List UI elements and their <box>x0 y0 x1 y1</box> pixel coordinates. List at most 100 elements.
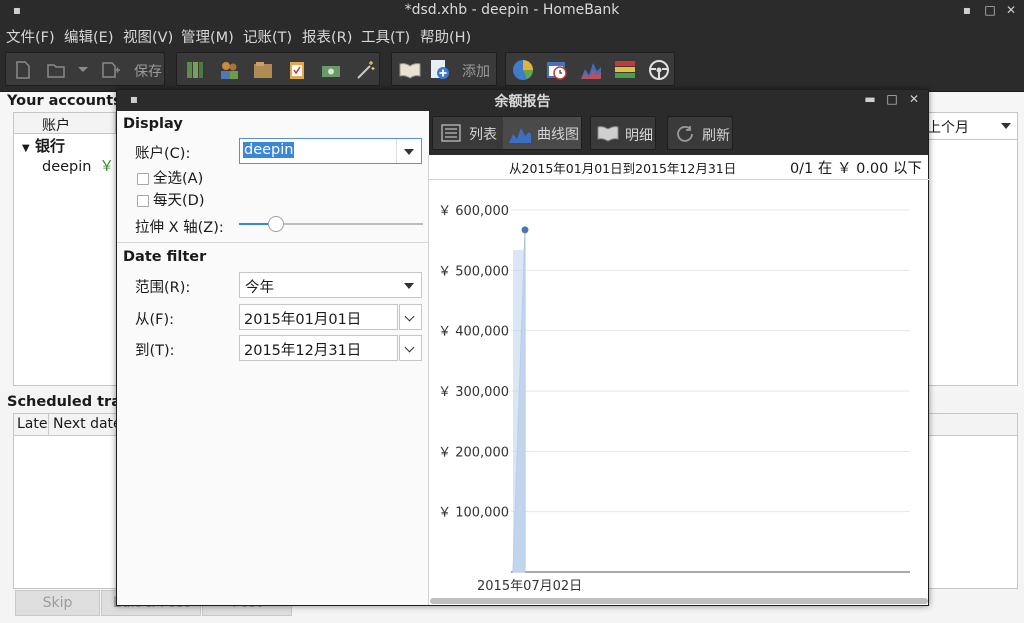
payees-button[interactable] <box>214 55 244 85</box>
open-book-icon <box>597 126 619 142</box>
accounts-column-header[interactable]: 账户 <box>14 113 116 134</box>
account-group-label: 银行 <box>34 137 65 155</box>
save-label: 保存 <box>134 64 162 80</box>
balance-report-button[interactable] <box>576 55 606 85</box>
balance-area-fill <box>513 249 525 572</box>
y-tick-label: ￥ 100,000 <box>438 506 509 521</box>
report-options-panel: Display 账户(C): deepin 全选(A) 每天(D) 拉伸 X 轴… <box>117 111 428 605</box>
zoom-x-slider[interactable] <box>239 214 423 234</box>
save-icon <box>102 62 120 78</box>
detail-button[interactable]: 明细 <box>590 116 656 150</box>
chevron-down-icon <box>78 67 88 72</box>
report-chart-panel: 从2015年01月01日到2015年12月31日 0/1 在 ￥ 0.00 以下… <box>428 155 929 605</box>
balance-point <box>521 226 529 234</box>
balance-chart-svg: ￥ 100,000 ￥ 200,000 ￥ 300,000 ￥ 400,000 ￥ 50… <box>438 204 910 594</box>
budget-bars-icon <box>615 61 635 78</box>
open-file-button[interactable] <box>41 55 71 85</box>
add-transaction-button[interactable]: 添加 <box>428 55 494 85</box>
save-button[interactable]: 保存 <box>100 55 162 85</box>
show-transactions-button[interactable] <box>395 55 425 85</box>
y-tick-label: ￥ 300,000 <box>438 385 509 400</box>
report-range-text: 从2015年01月01日到2015年12月31日 <box>509 161 737 176</box>
account-combo[interactable]: deepin <box>239 138 422 164</box>
chevron-down-icon <box>404 342 415 353</box>
column-separator <box>48 414 49 436</box>
archives-button[interactable] <box>282 55 312 85</box>
menu-reports[interactable]: 报表(R) <box>302 26 352 47</box>
menu-help[interactable]: 帮助(H) <box>420 26 471 47</box>
skip-button[interactable]: Skip <box>15 590 100 616</box>
budget-button[interactable] <box>316 55 346 85</box>
menu-tools[interactable]: 工具(T) <box>361 26 410 47</box>
select-all-checkbox[interactable] <box>137 173 149 185</box>
people-icon <box>221 62 238 79</box>
expander-icon[interactable]: ▼ <box>22 143 30 154</box>
new-file-button[interactable] <box>8 55 38 85</box>
magic-wand-icon <box>357 61 375 79</box>
section-divider <box>117 242 428 243</box>
from-field-label: 从(F): <box>135 312 175 328</box>
range-combo[interactable]: 今年 <box>239 272 422 298</box>
line-chart-button[interactable]: 曲线图 <box>503 117 581 149</box>
column-next-date[interactable]: Next date <box>53 416 122 432</box>
y-tick-label: ￥ 600,000 <box>438 204 509 219</box>
slider-handle[interactable] <box>267 216 284 232</box>
menu-view[interactable]: 视图(V) <box>123 26 173 47</box>
dialog-close-icon[interactable]: ✕ <box>907 92 921 106</box>
account-group-row[interactable]: ▼ 银行 <box>22 135 65 156</box>
menubar: 文件(F) 编辑(E) 视图(V) 管理(M) 记账(T) 报表(R) 工具(T… <box>0 22 1024 48</box>
refresh-button[interactable]: 刷新 <box>667 116 733 150</box>
time-report-button[interactable] <box>542 55 572 85</box>
view-mode-group: 列表 曲线图 <box>432 116 582 150</box>
account-row[interactable]: deepin ￥ 5 <box>42 155 128 176</box>
minimize-icon[interactable]: ▪ <box>960 3 974 17</box>
daily-checkbox[interactable] <box>137 195 149 207</box>
menu-edit[interactable]: 编辑(E) <box>64 26 113 47</box>
account-name: deepin <box>42 159 92 175</box>
select-all-label: 全选(A) <box>153 171 204 187</box>
area-chart-icon <box>509 128 531 143</box>
to-date-input[interactable]: 2015年12月31日 <box>239 335 398 361</box>
manage-toolbar-group <box>176 52 380 86</box>
dialog-minimize-icon[interactable]: ▬ <box>863 92 877 106</box>
refresh-label: 刷新 <box>702 128 730 144</box>
pie-chart-icon <box>513 60 533 80</box>
dialog-maximize-icon[interactable]: □ <box>885 92 899 106</box>
window-title: *dsd.xhb - deepin - HomeBank <box>404 2 620 18</box>
dialog-titlebar: ▪ 余额报告 ▬ □ ✕ <box>117 90 928 111</box>
from-date-input[interactable]: 2015年01月01日 <box>239 304 398 330</box>
close-icon[interactable]: ✕ <box>1004 3 1018 17</box>
chart-horizontal-scrollbar[interactable] <box>430 598 928 604</box>
column-late[interactable]: Late <box>17 416 47 432</box>
chevron-down-icon <box>404 149 414 155</box>
scheduled-title: Scheduled tran <box>7 394 132 410</box>
chevron-down-icon <box>404 283 414 289</box>
balance-chart[interactable]: ￥ 100,000 ￥ 200,000 ￥ 300,000 ￥ 400,000 ￥ 50… <box>429 179 929 597</box>
menu-manage[interactable]: 管理(M) <box>181 26 234 47</box>
maximize-icon[interactable]: □ <box>983 3 997 17</box>
date-filter-title: Date filter <box>123 249 207 265</box>
from-date-picker-button[interactable] <box>399 304 422 330</box>
assign-button[interactable] <box>350 55 380 85</box>
statistics-report-button[interactable] <box>508 55 538 85</box>
menu-transactions[interactable]: 记账(T) <box>243 26 292 47</box>
vehicle-cost-button[interactable] <box>644 55 674 85</box>
period-select[interactable]: 上个月 <box>920 112 1018 140</box>
open-recent-button[interactable] <box>72 55 94 85</box>
budget-report-button[interactable] <box>610 55 640 85</box>
list-view-button[interactable]: 列表 <box>435 119 501 147</box>
categories-button[interactable] <box>248 55 278 85</box>
area-chart-icon <box>581 63 601 79</box>
period-value: 上个月 <box>927 120 969 136</box>
main-titlebar: ▪ *dsd.xhb - deepin - HomeBank ▪ □ ✕ <box>0 0 1024 22</box>
skip-label: Skip <box>42 595 73 611</box>
books-icon <box>187 62 203 78</box>
chevron-down-icon <box>1001 123 1011 129</box>
combo-separator <box>396 139 397 163</box>
menu-file[interactable]: 文件(F) <box>6 26 55 47</box>
report-toolbar-group <box>505 52 675 86</box>
accounts-button[interactable] <box>180 55 210 85</box>
calendar-clock-icon <box>547 62 567 80</box>
to-date-picker-button[interactable] <box>399 335 422 361</box>
y-tick-label: ￥ 500,000 <box>438 264 509 279</box>
